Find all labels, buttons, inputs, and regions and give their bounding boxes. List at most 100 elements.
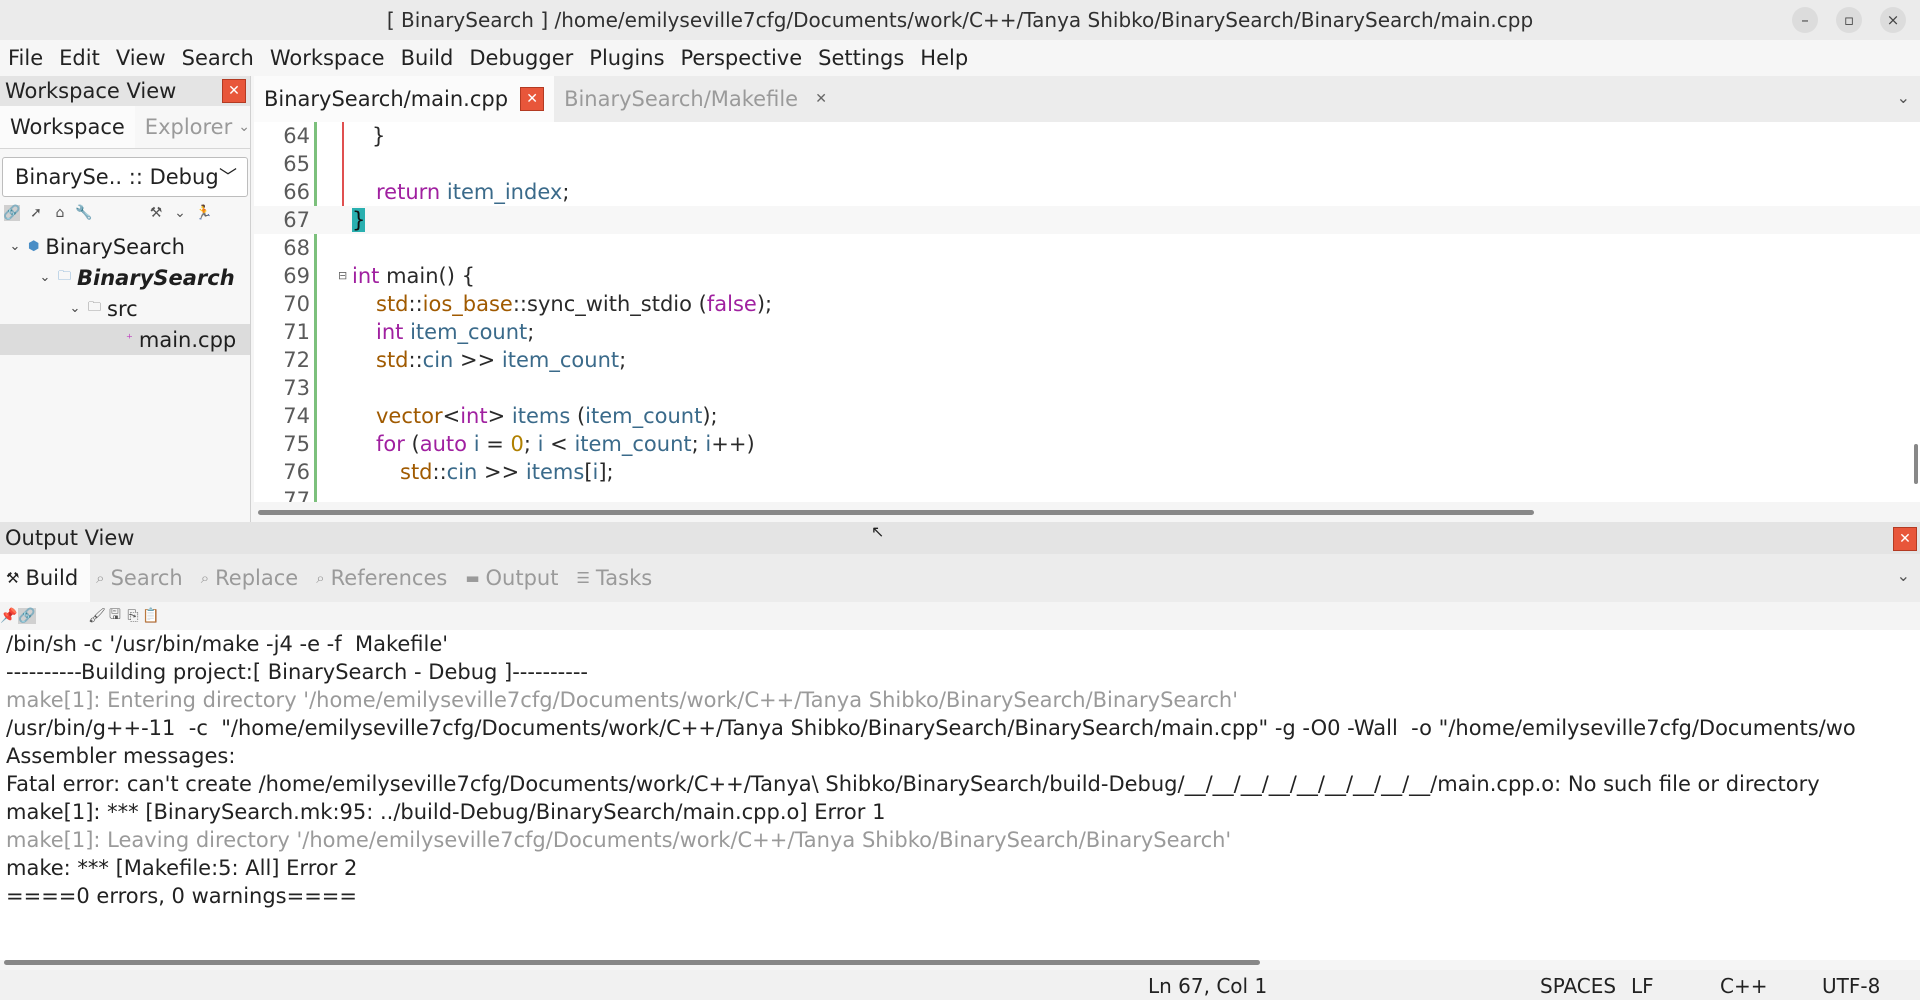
output-line: /usr/bin/g++-11 -c "/home/emilyseville7c… [6,716,1856,740]
menu-view[interactable]: View [108,46,174,70]
tab-explorer[interactable]: Explorer [135,106,242,148]
editor-tabs: BinarySearch/main.cpp ✕ BinarySearch/Mak… [254,76,1920,123]
current-line: 67 } [254,206,1920,234]
workspace-view: Workspace View ✕ Workspace Explorer ⌄ Bi… [0,76,251,522]
workspace-tabs: Workspace Explorer ⌄ [0,106,250,149]
clear-icon[interactable]: 🖌 [88,608,106,624]
tree-item-main-cpp[interactable]: ⁺ main.cpp [0,324,250,355]
tab-label: BinarySearch/Makefile [564,87,799,111]
tree-item-src[interactable]: ⌄ 🗀 src [0,293,250,324]
menu-bar: File Edit View Search Workspace Build De… [0,40,1920,76]
line-number: 77 [283,488,310,502]
console-icon: ▬ [465,569,480,587]
wrench-icon[interactable]: 🔧 [75,205,92,221]
tree-item-label: main.cpp [138,327,237,352]
output-tabs-chevron-icon[interactable]: ⌄ [1897,566,1910,585]
tab-replace[interactable]: ⌕ Replace [195,554,310,602]
menu-plugins[interactable]: Plugins [581,46,672,70]
tab-label: References [330,566,448,590]
chevron-down-icon: ﹀ [219,167,237,188]
run-icon[interactable]: 🏃 [195,205,212,221]
mouse-pointer-icon: ↖ [871,522,885,541]
build-options-chevron-icon[interactable]: ⌄ [172,205,188,221]
output-line: Assembler messages: [6,744,236,768]
menu-build[interactable]: Build [393,46,462,70]
close-tab-icon[interactable]: ✕ [520,87,545,111]
close-output-view-icon[interactable]: ✕ [1893,527,1917,551]
output-line: ----------Building project:[ BinarySearc… [6,660,588,684]
workspace-tabs-chevron-icon[interactable]: ⌄ [238,119,250,135]
build-output[interactable]: /bin/sh -c '/usr/bin/make -j4 -e -f Make… [0,630,1920,960]
tab-build[interactable]: ⚒ Build [0,554,91,602]
tabs-list-chevron-icon[interactable]: ⌄ [1897,88,1910,107]
collapse-chevron-icon[interactable]: ⌄ [68,301,82,316]
tree-item-workspace[interactable]: ⌄ ⬢ BinarySearch [0,231,250,262]
code-line: 69 ⊟ int main() { [254,262,1920,290]
menu-debugger[interactable]: Debugger [461,46,581,70]
save-icon[interactable]: 🖫 [106,604,124,628]
code-editor[interactable]: 64 } 65 66 return item_index; 67 } 68 69… [254,122,1920,502]
editor-vertical-scrollbar[interactable] [1914,444,1918,484]
folder-icon: 🗀 [88,299,102,315]
menu-workspace[interactable]: Workspace [262,46,393,70]
tab-references[interactable]: ⌕ References [310,554,459,602]
language-mode[interactable]: C++ [1720,974,1767,998]
tab-workspace[interactable]: Workspace [0,106,135,148]
build-config-select[interactable]: BinarySe.. :: Debug ﹀ [2,157,248,197]
maximize-button[interactable]: ▫ [1836,7,1862,33]
title-bar: [ BinarySearch ] /home/emilyseville7cfg/… [0,0,1920,41]
tab-search[interactable]: ⌕ Search [90,554,195,602]
line-number: 69 [283,264,310,288]
code-line: 70 std::ios_base::sync_with_stdio (false… [254,290,1920,318]
collapse-chevron-icon[interactable]: ⌄ [8,239,22,254]
fold-icon[interactable]: ⊟ [338,262,347,290]
line-number: 73 [283,376,310,400]
output-horizontal-scrollbar[interactable] [4,960,1260,965]
close-workspace-view-icon[interactable]: ✕ [222,79,246,103]
build-hammer-icon[interactable]: ⚒ [148,205,164,221]
tree-item-label: src [107,296,138,321]
line-ending[interactable]: LF [1631,974,1654,998]
tab-tasks[interactable]: ☰ Tasks [570,554,664,602]
tree-item-project[interactable]: ⌄ 🗀 BinarySearch [0,262,250,293]
link-icon[interactable]: 🔗 [18,608,36,624]
menu-settings[interactable]: Settings [810,46,912,70]
menu-file[interactable]: File [0,46,51,70]
link-editor-icon[interactable]: 🔗 [3,205,21,221]
editor-horizontal-scrollbar[interactable] [258,510,1534,515]
tab-output[interactable]: ▬ Output [459,554,570,602]
menu-help[interactable]: Help [912,46,976,70]
output-toolbar: 📌 🔗 🖌 🖫 ⎘ 📋 [0,602,1920,630]
indent-mode[interactable]: SPACES [1540,974,1616,998]
close-tab-icon[interactable]: ✕ [810,88,832,110]
collapse-chevron-icon[interactable]: ⌄ [38,270,52,285]
search-icon: ⌕ [316,569,325,587]
code-line: 68 [254,234,1920,262]
cpp-file-icon: ⁺ [126,332,133,347]
code-line: 76 std::cin >> items[i]; [254,458,1920,486]
file-encoding[interactable]: UTF-8 [1822,974,1880,998]
tab-makefile[interactable]: BinarySearch/Makefile ✕ [554,76,842,122]
code-line: 73 [254,374,1920,402]
tab-label: Tasks [595,566,653,590]
paste-icon[interactable]: 📋 [142,608,160,624]
minimize-button[interactable]: – [1792,7,1818,33]
menu-edit[interactable]: Edit [51,46,108,70]
line-number: 75 [283,432,310,456]
goto-active-icon[interactable]: ➚ [28,205,44,221]
menu-search[interactable]: Search [174,46,262,70]
output-line: make[1]: Leaving directory '/home/emilys… [6,828,1232,852]
output-line: /bin/sh -c '/usr/bin/make -j4 -e -f Make… [6,632,449,656]
line-number: 70 [283,292,310,316]
output-line: Fatal error: can't create /home/emilysev… [6,772,1820,796]
copy-icon[interactable]: ⎘ [124,608,142,624]
workspace-icon: ⬢ [28,239,40,254]
menu-perspective[interactable]: Perspective [673,46,811,70]
home-icon[interactable]: ⌂ [52,205,68,221]
close-window-button[interactable]: × [1880,7,1906,33]
pin-icon[interactable]: 📌 [0,608,18,624]
tree-item-label: BinarySearch [45,234,185,259]
line-number: 71 [283,320,310,344]
tab-main-cpp[interactable]: BinarySearch/main.cpp ✕ [254,76,555,122]
code-line: 65 [254,150,1920,178]
